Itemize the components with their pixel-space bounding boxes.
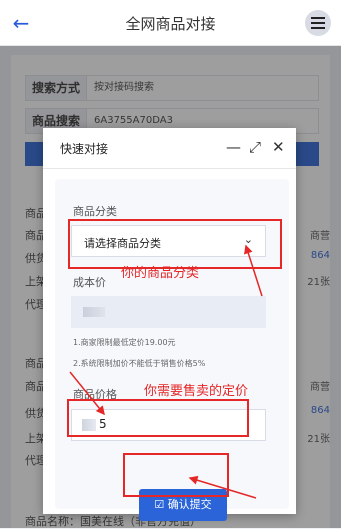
annotation-arrow-price [69, 371, 105, 416]
annotation-arrows [69, 244, 263, 499]
annotation-arrow-category [243, 244, 263, 297]
annotation-arrow-confirm [188, 475, 257, 499]
